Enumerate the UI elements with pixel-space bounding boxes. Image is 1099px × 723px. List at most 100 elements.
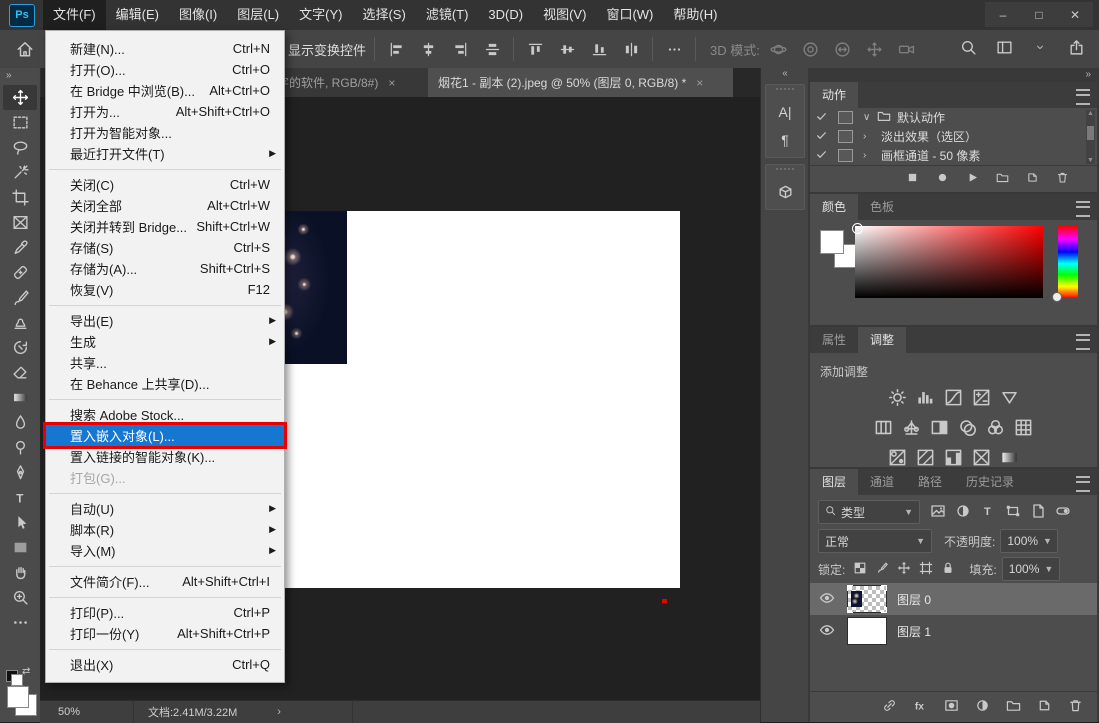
align-left-button[interactable] [383, 36, 409, 62]
scrollbar-thumb[interactable] [1087, 126, 1094, 140]
layout-button[interactable] [991, 34, 1017, 60]
stop-button[interactable] [906, 171, 919, 187]
tab-路径[interactable]: 路径 [906, 469, 954, 495]
dialog-toggle-box[interactable] [838, 130, 853, 143]
file-menu-item[interactable]: 打开为...Alt+Shift+Ctrl+O [46, 101, 284, 122]
opacity-dropdown[interactable]: 100% ▼ [1000, 529, 1058, 553]
lock-paint-button[interactable] [875, 561, 889, 578]
file-menu-item[interactable]: 退出(X)Ctrl+Q [46, 654, 284, 675]
action-row[interactable]: ›画框通道 - 50 像素 [810, 146, 1097, 165]
newdoc-button[interactable] [1037, 698, 1052, 716]
gradient-tool[interactable] [3, 385, 37, 410]
link-button[interactable] [882, 698, 897, 716]
tab-色板[interactable]: 色板 [858, 194, 906, 220]
layer-row[interactable]: 图层 1 [810, 615, 1097, 647]
dialog-toggle-box[interactable] [838, 149, 853, 162]
toolbar-expand-icon[interactable]: » [0, 68, 40, 81]
file-menu-item[interactable]: 关闭(C)Ctrl+W [46, 174, 284, 195]
align-top-button[interactable] [522, 36, 548, 62]
layer-thumbnail[interactable] [847, 585, 887, 613]
foreground-color-swatch[interactable] [820, 230, 844, 254]
saturation-brightness-field[interactable] [855, 226, 1043, 298]
mask-button[interactable] [944, 698, 959, 716]
zoom-tool[interactable] [3, 585, 37, 610]
tab-属性[interactable]: 属性 [810, 327, 858, 353]
brush-tool[interactable] [3, 285, 37, 310]
menubar-item[interactable]: 帮助(H) [663, 0, 727, 30]
lock-all-button[interactable] [941, 561, 955, 578]
menubar-item[interactable]: 编辑(E) [106, 0, 169, 30]
rectangle-tool[interactable] [3, 535, 37, 560]
play-button[interactable] [966, 171, 979, 187]
search-button[interactable] [955, 34, 981, 60]
type-tool[interactable]: T [3, 485, 37, 510]
visibility-eye-icon[interactable] [819, 590, 837, 609]
3d-panel-icon[interactable] [766, 178, 804, 206]
shape-filter-button[interactable] [1005, 503, 1021, 522]
fx-button[interactable]: fx [913, 698, 928, 716]
close-button[interactable]: ✕ [1057, 2, 1093, 27]
action-row[interactable]: ∨默认动作 [810, 108, 1097, 127]
expand-caret-icon[interactable]: › [863, 150, 875, 161]
file-menu-item[interactable]: 打印(P)...Ctrl+P [46, 602, 284, 623]
tab-图层[interactable]: 图层 [810, 469, 858, 495]
healing-brush-tool[interactable] [3, 260, 37, 285]
zoom-level-field[interactable]: 50% [40, 701, 134, 723]
move-tool[interactable] [3, 85, 37, 110]
panel-menu-icon[interactable] [1076, 476, 1090, 492]
menubar-item[interactable]: 文字(Y) [289, 0, 352, 30]
clone-stamp-tool[interactable] [3, 310, 37, 335]
visibility-eye-icon[interactable] [819, 622, 837, 641]
tab-通道[interactable]: 通道 [858, 469, 906, 495]
file-menu-item[interactable]: 打开(O)...Ctrl+O [46, 59, 284, 80]
file-menu-item[interactable]: 最近打开文件(T)▶ [46, 143, 284, 164]
file-menu-item[interactable]: 在 Bridge 中浏览(B)...Alt+Ctrl+O [46, 80, 284, 101]
quick-selection-tool[interactable] [3, 160, 37, 185]
halfadj-button[interactable] [975, 698, 990, 716]
file-menu-item[interactable]: 置入链接的智能对象(K)... [46, 446, 284, 467]
brightness-contrast-adjustment-button[interactable] [888, 388, 907, 410]
menubar-item[interactable]: 图像(I) [169, 0, 227, 30]
lock-artboard-button[interactable] [919, 561, 933, 578]
menubar-item[interactable]: 视图(V) [533, 0, 596, 30]
chevron-down-button[interactable] [1027, 34, 1053, 60]
status-chevron-icon[interactable]: › [277, 706, 281, 718]
type-filter-button[interactable]: T [980, 503, 996, 522]
channel-mixer-adjustment-button[interactable] [986, 418, 1005, 440]
threshold-adjustment-button[interactable] [944, 448, 963, 470]
menubar-item[interactable]: 窗口(W) [596, 0, 663, 30]
document-tab-active[interactable]: 烟花1 - 副本 (2).jpeg @ 50% (图层 0, RGB/8) * … [428, 68, 733, 97]
actions-scrollbar[interactable]: ▲ ▼ [1086, 110, 1095, 164]
menubar-item[interactable]: 滤镜(T) [416, 0, 479, 30]
blend-mode-dropdown[interactable]: 正常 ▼ [818, 529, 932, 553]
pixel-filter-button[interactable] [930, 503, 946, 522]
gradient-map-adjustment-button[interactable] [1000, 448, 1019, 470]
file-menu-item[interactable]: 关闭全部Alt+Ctrl+W [46, 195, 284, 216]
layer-thumbnail[interactable] [847, 617, 887, 645]
crop-tool[interactable] [3, 185, 37, 210]
file-menu-item[interactable]: 存储(S)Ctrl+S [46, 237, 284, 258]
align-middle-button[interactable] [554, 36, 580, 62]
record-button[interactable] [936, 171, 949, 187]
photo-filter-adjustment-button[interactable] [958, 418, 977, 440]
filter-type-dropdown[interactable]: 类型 ▼ [818, 500, 920, 524]
file-menu-item[interactable]: 文件简介(F)...Alt+Shift+Ctrl+I [46, 571, 284, 592]
panel-menu-icon[interactable] [1076, 201, 1090, 217]
menubar-item[interactable]: 文件(F) [43, 0, 106, 30]
curves-adjustment-button[interactable] [944, 388, 963, 410]
levels-adjustment-button[interactable] [916, 388, 935, 410]
file-menu-item[interactable]: 新建(N)...Ctrl+N [46, 38, 284, 59]
file-menu-item[interactable]: 脚本(R)▶ [46, 519, 284, 540]
file-menu-item[interactable]: 恢复(V)F12 [46, 279, 284, 300]
file-menu-item[interactable]: 关闭并转到 Bridge...Shift+Ctrl+W [46, 216, 284, 237]
file-menu-item[interactable]: 置入嵌入对象(L)... [46, 425, 284, 446]
paragraph-panel-icon[interactable]: ¶ [766, 126, 804, 154]
exposure-adjustment-button[interactable] [972, 388, 991, 410]
file-menu-item[interactable]: 共享... [46, 352, 284, 373]
black-white-adjustment-button[interactable] [930, 418, 949, 440]
history-brush-tool[interactable] [3, 335, 37, 360]
marquee-tool[interactable] [3, 110, 37, 135]
more-options-button[interactable] [661, 36, 687, 62]
menubar-item[interactable]: 图层(L) [227, 0, 289, 30]
file-menu-item[interactable]: 在 Behance 上共享(D)... [46, 373, 284, 394]
